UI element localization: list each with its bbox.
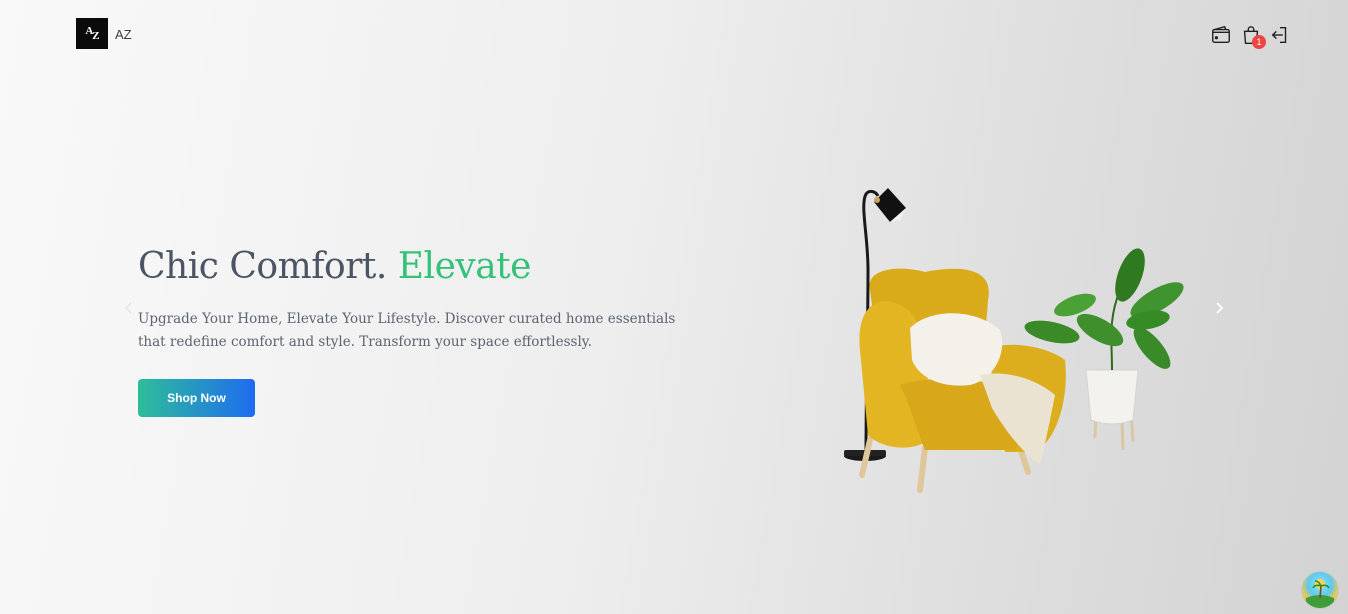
island-icon	[1306, 579, 1334, 608]
hero-title-accent: Elevate	[397, 246, 532, 287]
cart-count-badge: 1	[1252, 35, 1266, 49]
carousel-prev-arrow[interactable]	[121, 300, 137, 316]
assistant-avatar-button[interactable]	[1301, 571, 1339, 609]
armchair-illustration	[859, 268, 1066, 493]
wallet-icon[interactable]	[1210, 24, 1232, 46]
carousel-next-arrow[interactable]	[1211, 300, 1227, 316]
logout-icon[interactable]	[1269, 24, 1291, 46]
hero-title: Chic Comfort. Elevate	[138, 246, 531, 287]
hero-product-image	[844, 188, 1184, 493]
logo-mark[interactable]: AZ	[76, 18, 108, 49]
hero-description: Upgrade Your Home, Elevate Your Lifestyl…	[138, 311, 676, 350]
shop-now-button[interactable]: Shop Now	[138, 379, 255, 417]
brand-name[interactable]: AZ	[115, 27, 132, 42]
hero-title-main: Chic Comfort.	[138, 246, 387, 287]
logo-letter-z: Z	[92, 29, 99, 42]
logo-letter-a: A	[85, 24, 93, 37]
